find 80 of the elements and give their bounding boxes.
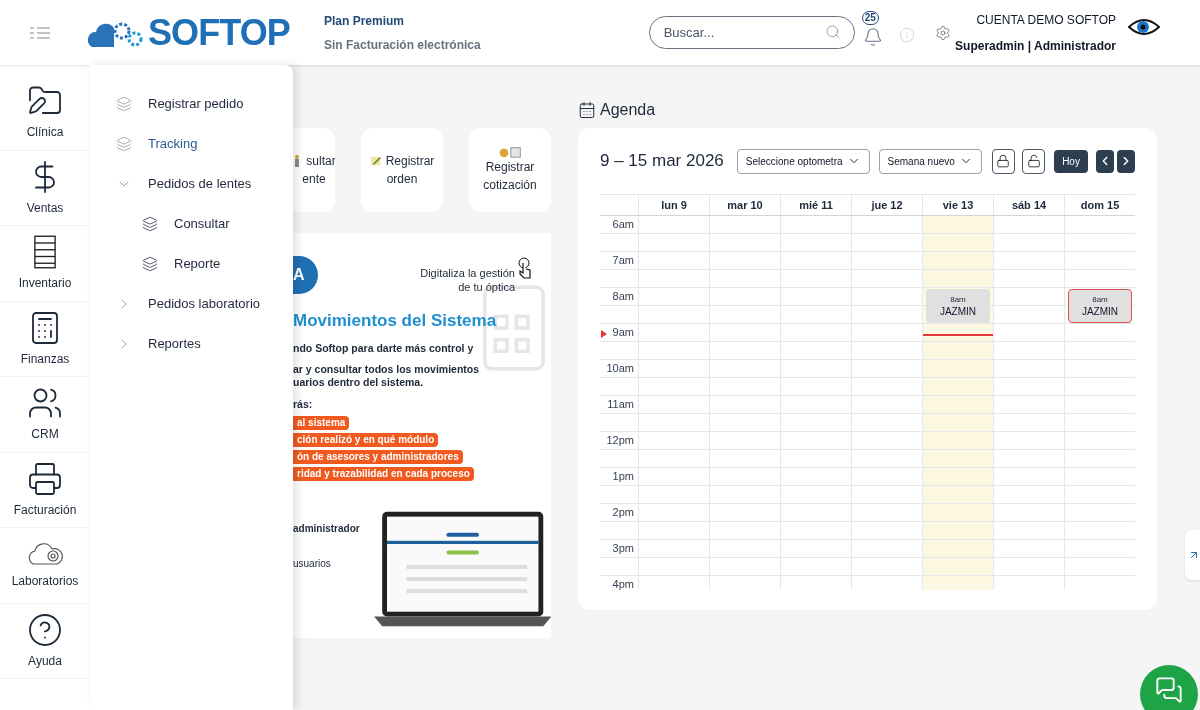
note-icon xyxy=(369,155,382,167)
submenu-item[interactable]: Pedidos de lentes xyxy=(90,164,293,204)
banner-text: rás: xyxy=(293,396,314,412)
day-header: mar 10 xyxy=(709,195,780,215)
printer-icon xyxy=(27,460,63,497)
hour-label: 8am xyxy=(612,289,634,305)
previous-button[interactable] xyxy=(1095,149,1114,173)
hour-label: 1pm xyxy=(612,469,634,485)
search-icon xyxy=(824,24,841,40)
pointing-hand-icon xyxy=(517,256,533,280)
appointment-event[interactable]: 8am JAZMIN xyxy=(926,289,990,323)
banner-badge: A xyxy=(293,256,318,294)
arrow-icon xyxy=(1188,549,1200,561)
lock-icon xyxy=(996,154,1011,168)
help-icon xyxy=(27,611,63,648)
submenu-item[interactable]: Reporte xyxy=(90,244,293,284)
feature-tag: ción realizó y en qué módulo xyxy=(293,433,439,448)
quick-action-card[interactable]: Registrar cotización xyxy=(469,128,551,212)
layers-icon xyxy=(116,136,132,152)
hour-label: 11am xyxy=(607,397,634,413)
today-button[interactable]: Hoy xyxy=(1054,149,1088,173)
hour-label: 7am xyxy=(612,253,634,269)
submenu-item[interactable]: Tracking xyxy=(90,124,293,164)
unlock-button[interactable] xyxy=(1022,148,1046,174)
hour-label: 10am xyxy=(606,361,634,377)
eye-icon[interactable] xyxy=(1128,16,1160,37)
cabinet-icon xyxy=(31,234,59,271)
day-header: mié 11 xyxy=(780,195,851,215)
brand-logo-text: SOFTOP xyxy=(148,10,290,55)
day-header: jue 12 xyxy=(851,195,922,215)
submenu-item[interactable]: Reportes xyxy=(90,324,293,364)
hour-label: 12pm xyxy=(606,433,634,449)
hour-label: 2pm xyxy=(612,505,634,521)
hour-label: 6am xyxy=(612,217,634,233)
optometrist-select[interactable]: Seleccione optometra xyxy=(736,148,870,174)
lock-button[interactable] xyxy=(991,148,1015,174)
day-header: lun 9 xyxy=(638,195,709,215)
appointment-event[interactable]: 8am JAZMIN xyxy=(1068,289,1132,323)
hour-label: 3pm xyxy=(612,541,634,557)
banner-tagline: de tu óptica xyxy=(458,280,515,294)
submenu-item[interactable]: Pedidos laboratorio xyxy=(90,284,293,324)
banner-title: Movimientos del Sistema xyxy=(293,310,498,332)
day-header: dom 15 xyxy=(1064,195,1135,215)
plan-label: Plan Premium xyxy=(323,12,405,30)
banner-text: ar y consultar todos los movimientos uarios dentro del sistema. xyxy=(293,362,481,389)
view-select[interactable]: Semana nuevo xyxy=(878,148,982,174)
quick-action-card[interactable]: Registrar orden xyxy=(361,128,443,212)
search-field[interactable]: Buscar... xyxy=(648,16,855,49)
notification-bell-icon[interactable] xyxy=(862,26,883,47)
billing-label: Sin Facturación electrónica xyxy=(323,36,481,54)
submenu-item[interactable]: Registrar pedido xyxy=(90,84,293,124)
layers-icon xyxy=(116,96,132,112)
notification-count: 25 xyxy=(861,10,879,25)
layers-icon xyxy=(142,256,158,272)
agenda-title: Agenda xyxy=(600,100,656,120)
current-time-line xyxy=(923,334,993,336)
chat-icon xyxy=(1155,676,1183,704)
feature-tag: ón de asesores y administradores xyxy=(293,450,463,465)
hour-label: 9am xyxy=(612,325,634,341)
banner-text: usuarios xyxy=(293,557,332,572)
day-header: vie 13 xyxy=(922,195,993,215)
calendar-icon xyxy=(578,101,596,119)
day-header: sáb 14 xyxy=(993,195,1064,215)
settings-icon[interactable] xyxy=(934,24,951,41)
next-button[interactable] xyxy=(1116,149,1135,173)
side-tab-button[interactable] xyxy=(1185,530,1200,580)
unlock-icon xyxy=(1026,154,1041,168)
account-name: CUENTA DEMO SOFTOP xyxy=(976,11,1116,29)
date-range: 9 – 15 mar 2026 xyxy=(600,150,724,173)
banner-text: administrador xyxy=(293,522,360,537)
banner-tagline: Digitaliza la gestión xyxy=(420,266,515,280)
user-role: Superadmin | Administrador xyxy=(955,37,1116,55)
layers-icon xyxy=(142,216,158,232)
quick-action-card[interactable]: sultar ente xyxy=(293,128,335,212)
chat-button[interactable] xyxy=(1140,665,1198,710)
submenu-item[interactable]: Consultar xyxy=(90,204,293,244)
feature-tag: ridad y trazabilidad en cada proceso xyxy=(293,467,474,482)
hour-label: 4pm xyxy=(612,577,634,590)
banner-text: ndo Softop para darte más control y xyxy=(293,341,475,355)
feature-tag: al sistema xyxy=(293,416,350,431)
